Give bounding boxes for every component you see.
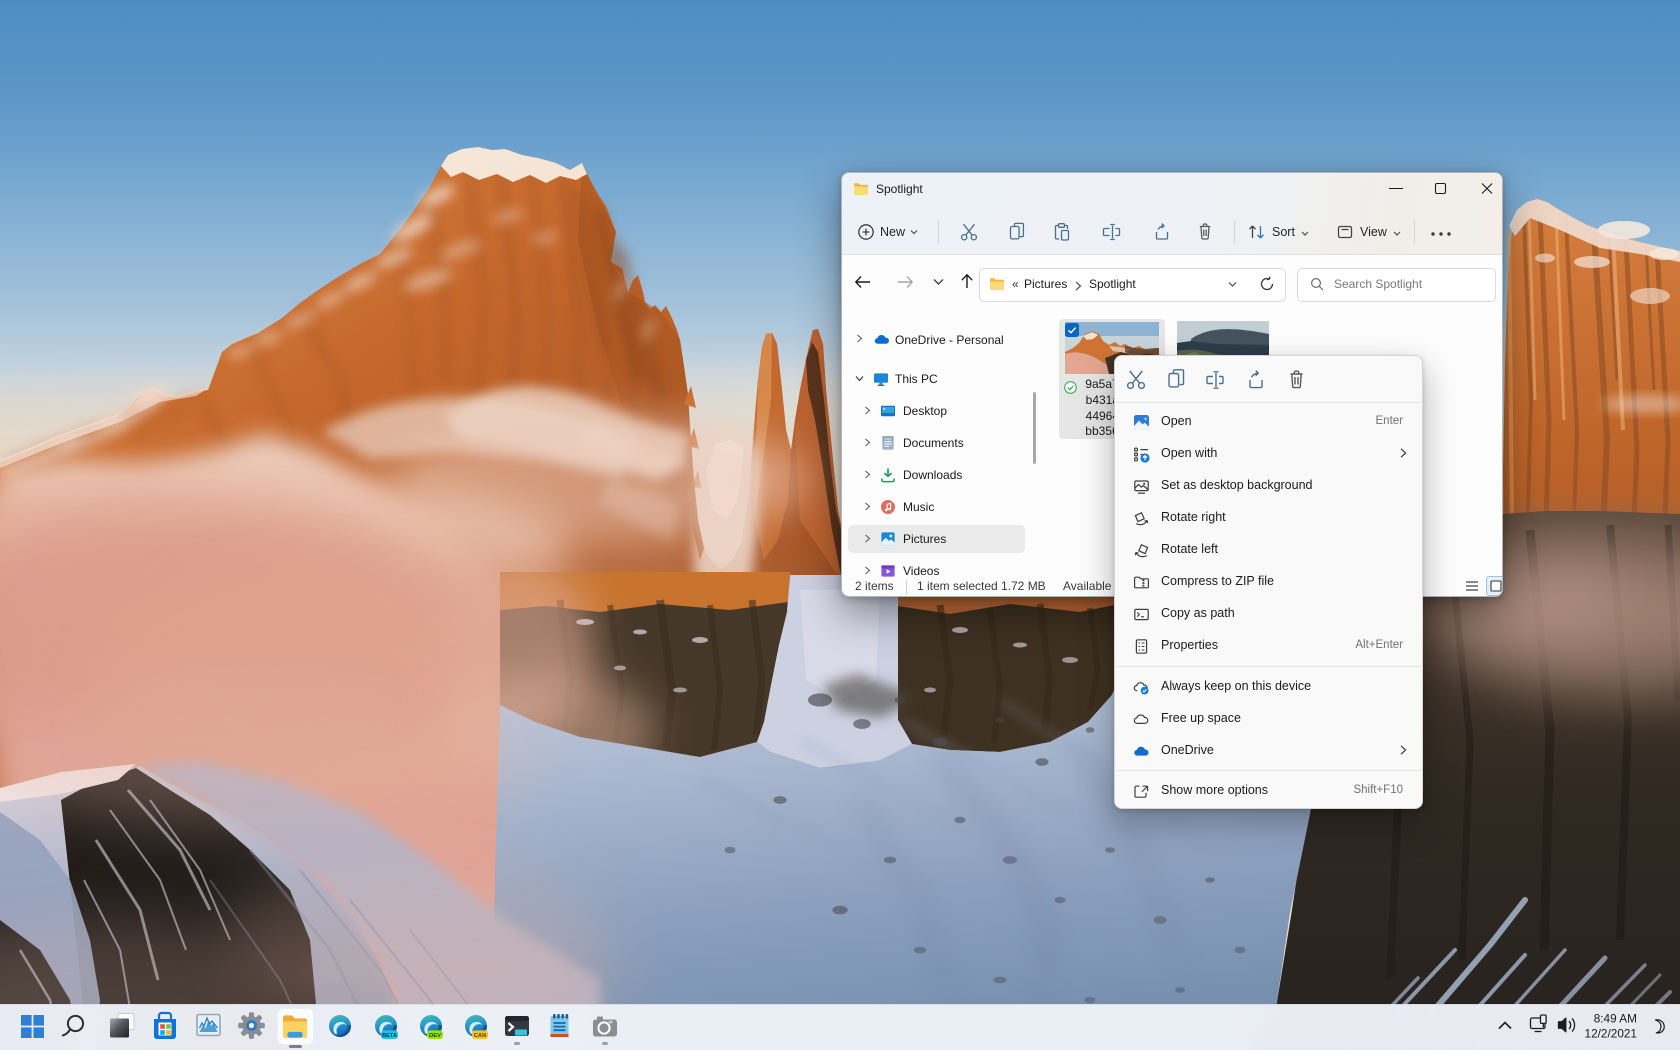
- svg-text:CAN: CAN: [474, 1033, 487, 1039]
- svg-text:BETA: BETA: [382, 1033, 397, 1039]
- svg-text:8:49 AM: 8:49 AM: [1594, 1012, 1637, 1026]
- svg-text:12/2/2021: 12/2/2021: [1585, 1027, 1637, 1041]
- svg-text:DEV: DEV: [429, 1033, 441, 1039]
